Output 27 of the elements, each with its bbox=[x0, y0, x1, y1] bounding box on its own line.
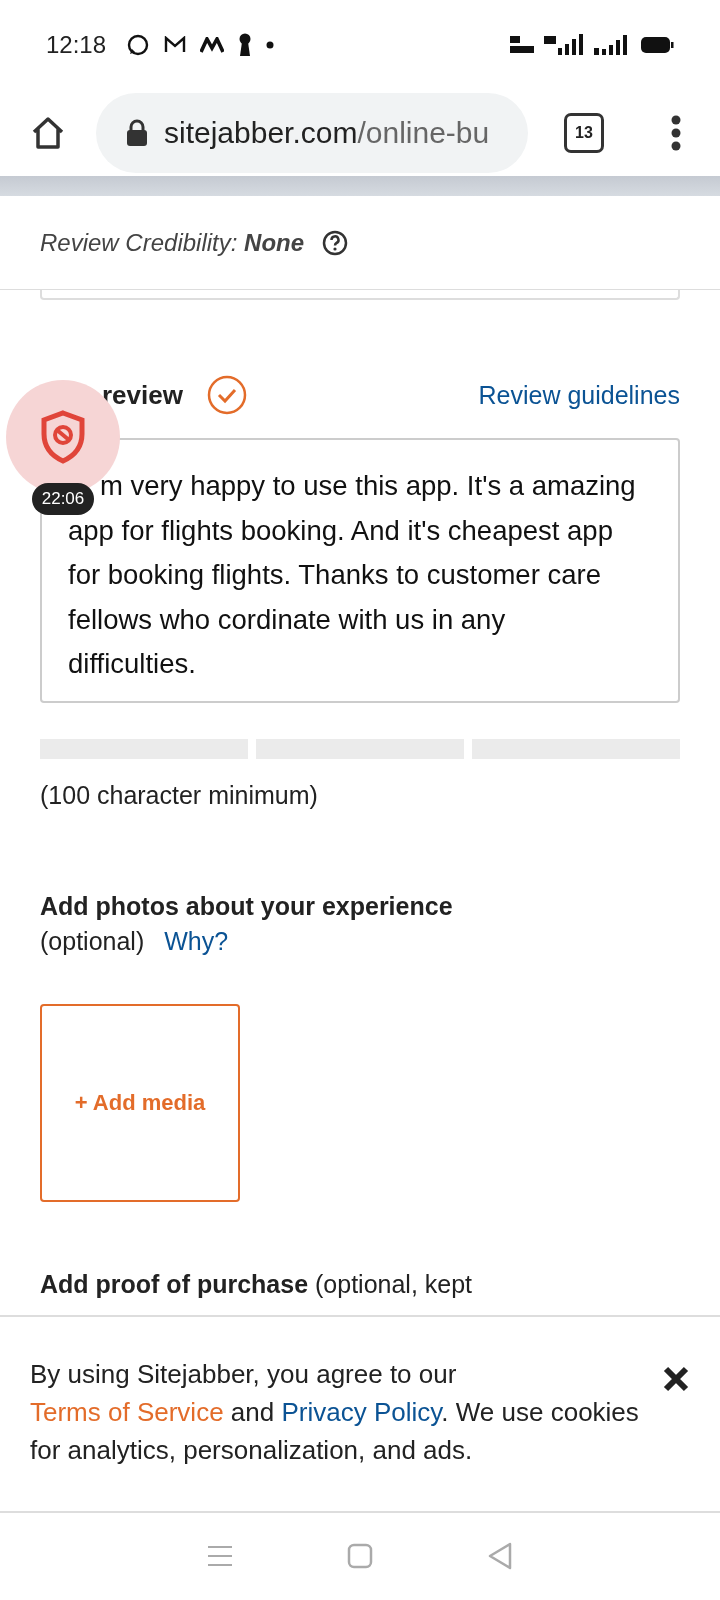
privacy-link[interactable]: Privacy Policy bbox=[281, 1397, 442, 1427]
signal-icon bbox=[544, 34, 584, 56]
why-link[interactable]: Why? bbox=[164, 926, 229, 956]
credibility-label: Review Credibility: None bbox=[40, 228, 305, 257]
tab-count-button[interactable]: 13 bbox=[564, 113, 604, 153]
battery-icon bbox=[640, 36, 674, 54]
section-heading: review bbox=[102, 379, 183, 411]
shield-block-icon bbox=[40, 410, 86, 464]
keyhole-icon bbox=[238, 33, 253, 57]
home-icon[interactable] bbox=[30, 115, 66, 151]
photos-heading: Add photos about your experience bbox=[40, 891, 454, 921]
signal-icon bbox=[594, 34, 630, 56]
proof-heading: Add proof of purchase (optional, kept bbox=[40, 1268, 474, 1300]
lock-icon bbox=[126, 119, 148, 147]
address-bar[interactable]: sitejabber.com/online-bu bbox=[96, 93, 528, 173]
more-icon[interactable] bbox=[670, 115, 682, 151]
m-logo-icon bbox=[200, 37, 225, 53]
dot-icon bbox=[266, 41, 275, 49]
character-hint: (100 character minimum) bbox=[40, 780, 319, 810]
cookie-notice: By using Sitejabber, you agree to our Terms of Service and Privacy Policy. We use cookies for analytics, personalization, and ads. bbox=[30, 1358, 640, 1467]
status-time: 12:18 bbox=[46, 31, 107, 59]
close-button[interactable] bbox=[662, 1365, 690, 1393]
help-icon[interactable] bbox=[322, 229, 349, 256]
guidelines-link[interactable]: Review guidelines bbox=[478, 380, 680, 410]
optional-note: (optional) bbox=[40, 926, 145, 956]
timer-toast: 22:06 bbox=[32, 483, 94, 515]
mail-icon bbox=[164, 36, 187, 54]
